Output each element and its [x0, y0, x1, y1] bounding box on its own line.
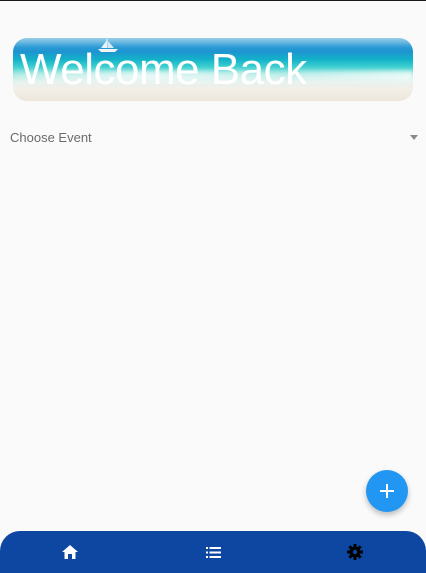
- gear-icon: [347, 544, 363, 560]
- add-event-button[interactable]: [366, 470, 408, 512]
- event-dropdown[interactable]: Choose Event: [10, 126, 420, 150]
- nav-home-button[interactable]: [60, 542, 80, 562]
- caret-down-icon: [410, 135, 418, 140]
- list-icon: [205, 546, 221, 558]
- bottom-navigation: [0, 531, 426, 573]
- nav-list-button[interactable]: [203, 542, 223, 562]
- event-dropdown-placeholder: Choose Event: [10, 130, 92, 145]
- welcome-banner: Welcome Back: [13, 38, 413, 101]
- banner-title: Welcome Back: [20, 45, 307, 94]
- home-icon: [62, 545, 78, 559]
- plus-icon: [380, 484, 394, 498]
- nav-settings-button[interactable]: [345, 542, 365, 562]
- top-border: [0, 0, 426, 1]
